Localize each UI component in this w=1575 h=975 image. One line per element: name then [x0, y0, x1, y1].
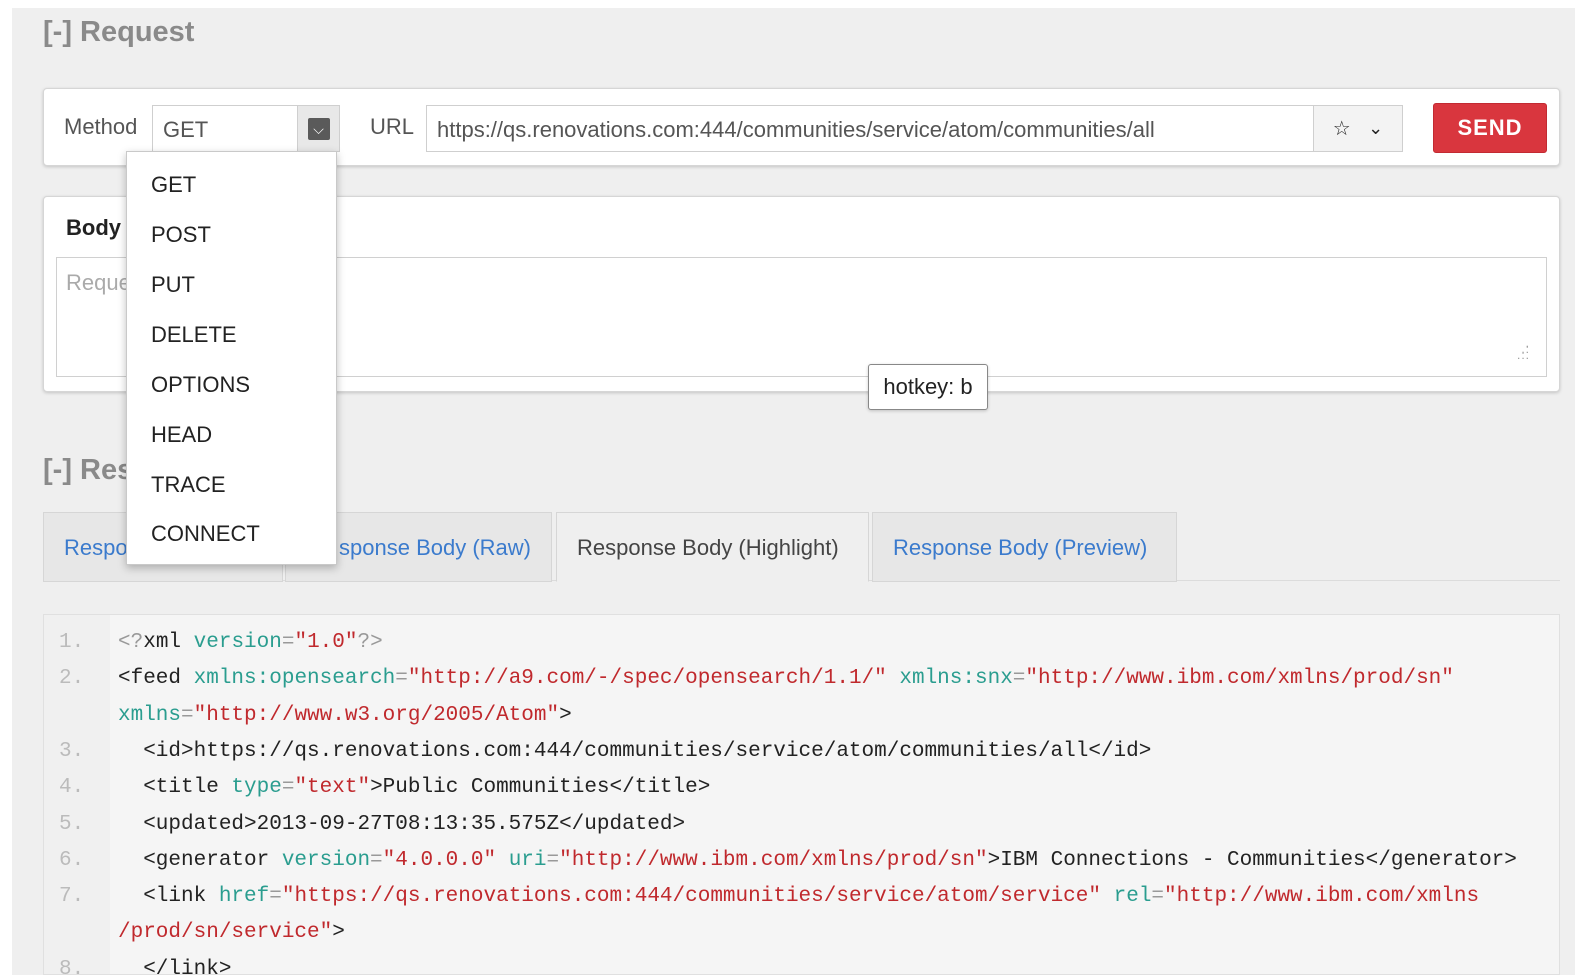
- line-number: 5.: [59, 812, 85, 836]
- body-placeholder: Reque: [66, 270, 131, 295]
- code-token: "http://www.ibm.com/xmlns/prod/sn": [559, 848, 988, 872]
- url-label: URL: [370, 114, 415, 139]
- method-option-connect[interactable]: CONNECT: [151, 521, 260, 547]
- code-token: "http://www.ibm.com/xmlns: [1164, 885, 1480, 909]
- code-text: <link href="https://qs.renovations.com:4…: [118, 885, 1479, 908]
- code-token: version: [193, 631, 282, 654]
- code-token: =: [281, 776, 295, 800]
- request-section-title[interactable]: [-] Request: [43, 16, 194, 49]
- code-text: <id>https://qs.renovations.com:444/commu…: [118, 740, 1151, 763]
- code-token: "http://www.ibm.com/xmlns/prod/sn": [1025, 667, 1454, 691]
- code-token: <link: [118, 885, 219, 909]
- url-input[interactable]: https://qs.renovations.com:444/communiti…: [426, 105, 1314, 152]
- line-number: 3.: [59, 739, 85, 763]
- chevron-down-icon: ⌵: [307, 117, 330, 140]
- code-token: >IBM Connections - Communities</generato…: [987, 848, 1517, 872]
- method-select-caret[interactable]: ⌵: [297, 106, 339, 151]
- code-token: ?>: [357, 631, 383, 654]
- line-number: 4.: [59, 776, 85, 800]
- method-option-head[interactable]: HEAD: [151, 422, 212, 448]
- code-token: /prod/sn/service": [118, 921, 333, 945]
- line-number: 6.: [59, 848, 85, 872]
- method-option-post[interactable]: POST: [151, 222, 211, 248]
- response-collapse-toggle[interactable]: [-]: [43, 454, 72, 486]
- code-token: rel: [1113, 885, 1152, 909]
- hotkey-tooltip: hotkey: b: [868, 364, 988, 410]
- code-token: <id>https://qs.renovations.com:444/commu…: [118, 739, 1152, 763]
- send-button[interactable]: SEND: [1433, 103, 1547, 153]
- code-token: "http://a9.com/-/spec/opensearch/1.1/": [407, 667, 887, 691]
- code-token: href: [218, 885, 270, 909]
- code-token: <updated>2013-09-27T08:13:35.575Z</updat…: [118, 812, 686, 836]
- code-token: uri: [508, 848, 547, 872]
- code-text: /prod/sn/service">: [118, 921, 345, 944]
- method-select[interactable]: GET ⌵: [152, 105, 340, 152]
- line-number: 7.: [59, 885, 85, 909]
- url-addon: ☆ ⌄: [1314, 105, 1403, 152]
- code-token: "http://www.w3.org/2005/Atom": [193, 703, 560, 727]
- chevron-down-icon[interactable]: ⌄: [1368, 118, 1383, 139]
- line-number: 2.: [59, 667, 85, 691]
- code-text: <generator version="4.0.0.0" uri="http:/…: [118, 849, 1517, 872]
- tab-response-body-preview[interactable]: Response Body (Preview): [872, 512, 1177, 582]
- code-token: =: [281, 631, 295, 654]
- code-text: </link>: [118, 957, 232, 975]
- code-token: =: [269, 885, 282, 909]
- response-code-viewer[interactable]: 1. <?xml version="1.0"?> 2. <feed xmlns:ope…: [43, 614, 1560, 975]
- code-token: =: [181, 703, 194, 727]
- body-label: Body: [66, 215, 121, 240]
- code-token: >Public Communities</title>: [370, 776, 711, 800]
- request-collapse-toggle[interactable]: [-]: [43, 16, 72, 48]
- resize-grip-icon[interactable]: . .:.:.: [1517, 337, 1530, 361]
- code-token: xmlns:snx: [899, 667, 1013, 691]
- code-text: <updated>2013-09-27T08:13:35.575Z</updat…: [118, 813, 685, 836]
- response-section-title[interactable]: [-] Res: [43, 454, 133, 487]
- code-token: <?: [118, 631, 144, 654]
- code-token: <feed: [118, 667, 194, 691]
- star-icon[interactable]: ☆: [1333, 116, 1351, 141]
- code-token: =: [1012, 667, 1026, 691]
- code-token: "4.0.0.0": [382, 848, 497, 872]
- code-token: =: [1151, 885, 1165, 909]
- method-option-trace[interactable]: TRACE: [151, 472, 226, 498]
- line-number: 1.: [59, 631, 85, 654]
- code-token: >: [559, 703, 572, 727]
- code-token: >: [332, 921, 345, 945]
- code-token: version: [281, 848, 371, 872]
- method-option-get[interactable]: GET: [151, 172, 196, 198]
- method-option-put[interactable]: PUT: [151, 272, 195, 298]
- code-token: xml: [143, 631, 194, 654]
- code-text: xmlns="http://www.w3.org/2005/Atom">: [118, 704, 572, 727]
- code-token: "1.0": [294, 631, 358, 654]
- code-token: "https://qs.renovations.com:444/communit…: [281, 885, 1101, 909]
- request-title-text: Request: [80, 16, 195, 48]
- line-number: 8.: [59, 957, 85, 975]
- method-select-value: GET: [163, 117, 209, 142]
- code-token: <title: [118, 776, 232, 800]
- method-label: Method: [64, 114, 138, 139]
- method-option-options[interactable]: OPTIONS: [151, 372, 250, 398]
- tab-response-body-highlight[interactable]: Response Body (Highlight): [556, 512, 869, 582]
- code-token: =: [370, 848, 383, 872]
- code-token: type: [231, 776, 282, 800]
- code-token: =: [395, 667, 408, 691]
- code-text: <feed xmlns:opensearch="http://a9.com/-/…: [118, 667, 1454, 690]
- code-token: xmlns: [118, 703, 182, 727]
- code-token: =: [546, 848, 560, 872]
- method-dropdown-menu: GET POST PUT DELETE OPTIONS HEAD TRACE C…: [126, 151, 337, 565]
- code-text: <?xml version="1.0"?>: [118, 631, 383, 654]
- code-token: </link>: [118, 957, 232, 975]
- code-token: "text": [294, 776, 371, 800]
- method-option-delete[interactable]: DELETE: [151, 322, 237, 348]
- code-text: <title type="text">Public Communities</t…: [118, 776, 710, 799]
- code-token: <generator: [118, 848, 282, 872]
- code-token: xmlns:opensearch: [193, 667, 396, 691]
